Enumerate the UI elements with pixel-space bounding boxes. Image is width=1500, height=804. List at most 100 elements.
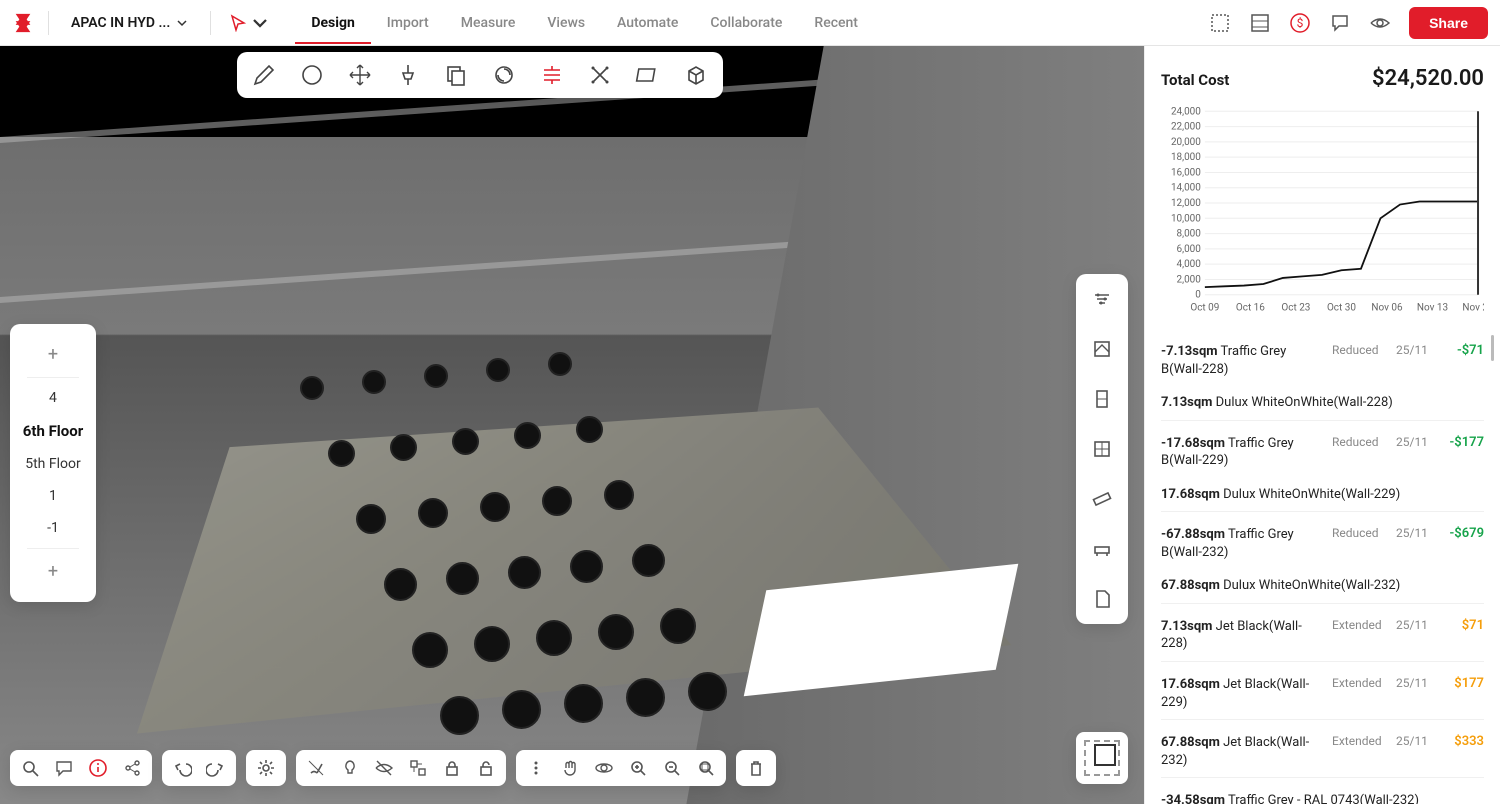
- svg-text:Nov 13: Nov 13: [1417, 303, 1448, 314]
- cost-row[interactable]: 7.13sqm Jet Black(Wall-228)Extended25/11…: [1161, 603, 1484, 661]
- tab-automate[interactable]: Automate: [601, 3, 694, 43]
- svg-text:10,000: 10,000: [1171, 213, 1201, 224]
- move-icon[interactable]: [347, 62, 373, 88]
- svg-text:22,000: 22,000: [1171, 122, 1201, 133]
- divider: [48, 11, 49, 35]
- ruler-icon[interactable]: [1091, 488, 1113, 510]
- circle-icon[interactable]: [299, 62, 325, 88]
- cost-row[interactable]: -67.88sqm Traffic Grey B(Wall-232)Reduce…: [1161, 511, 1484, 569]
- filter-icon[interactable]: [1091, 288, 1113, 310]
- cost-row[interactable]: 67.88sqm Jet Black(Wall-232)Extended25/1…: [1161, 719, 1484, 777]
- split-icon[interactable]: [587, 62, 613, 88]
- cost-row[interactable]: -34.58sqm Traffic Grey - RAL 0743(Wall-2…: [1161, 777, 1484, 804]
- search-icon[interactable]: [20, 758, 40, 778]
- settings-gear-icon[interactable]: [256, 758, 276, 778]
- copy-icon[interactable]: [443, 62, 469, 88]
- lock-icon[interactable]: [442, 758, 462, 778]
- brush-off-icon[interactable]: [306, 758, 326, 778]
- chair: [446, 562, 479, 595]
- comment-icon[interactable]: [1329, 12, 1351, 34]
- cost-desc: -67.88sqm Traffic Grey B(Wall-232): [1161, 526, 1324, 561]
- orbit-icon[interactable]: [594, 758, 614, 778]
- share-node-icon[interactable]: [122, 758, 142, 778]
- grid-icon[interactable]: [1091, 338, 1113, 360]
- tab-design[interactable]: Design: [295, 3, 370, 43]
- cost-row[interactable]: 67.88sqm Dulux WhiteOnWhite(Wall-232): [1161, 569, 1484, 603]
- tab-import[interactable]: Import: [371, 3, 445, 43]
- zoom-fit-icon[interactable]: [696, 758, 716, 778]
- chat-icon[interactable]: [54, 758, 74, 778]
- floor-item[interactable]: 6th Floor: [23, 414, 83, 448]
- cost-status: Extended: [1332, 618, 1388, 653]
- tab-collaborate[interactable]: Collaborate: [694, 3, 798, 43]
- floor-item[interactable]: 5th Floor: [23, 448, 83, 480]
- zoom-in-icon[interactable]: [628, 758, 648, 778]
- sheet-icon[interactable]: [1209, 12, 1231, 34]
- door-icon[interactable]: [1091, 388, 1113, 410]
- floor-add-bottom[interactable]: +: [10, 553, 96, 590]
- cost-row[interactable]: -17.68sqm Traffic Grey B(Wall-229)Reduce…: [1161, 420, 1484, 478]
- cost-row[interactable]: 17.68sqm Jet Black(Wall-229)Extended25/1…: [1161, 661, 1484, 719]
- cost-icon[interactable]: $: [1289, 12, 1311, 34]
- cost-status: Extended: [1332, 734, 1388, 769]
- floor-add-top[interactable]: +: [10, 336, 96, 373]
- pushpin-icon[interactable]: [395, 62, 421, 88]
- cost-desc: 17.68sqm Jet Black(Wall-229): [1161, 676, 1324, 711]
- svg-text:Nov 20: Nov 20: [1462, 303, 1484, 314]
- cost-amount: -$177: [1438, 435, 1484, 470]
- group-icon[interactable]: [408, 758, 428, 778]
- more-icon[interactable]: [526, 758, 546, 778]
- bottom-group: [736, 750, 776, 786]
- chevron-down-icon: [176, 17, 188, 29]
- cursor-tool[interactable]: [225, 10, 273, 36]
- floor-item[interactable]: 1: [23, 480, 83, 512]
- cost-desc: -7.13sqm Traffic Grey B(Wall-228): [1161, 343, 1324, 378]
- app-logo[interactable]: [12, 12, 34, 34]
- hand-icon[interactable]: [560, 758, 580, 778]
- file-icon[interactable]: [1091, 588, 1113, 610]
- chair: [440, 696, 479, 735]
- undo-icon[interactable]: [172, 758, 192, 778]
- scrollbar[interactable]: [1491, 335, 1494, 361]
- eye-off-icon[interactable]: [374, 758, 394, 778]
- unlock-icon[interactable]: [476, 758, 496, 778]
- project-selector[interactable]: APAC IN HYD ...: [63, 11, 196, 35]
- bulb-icon[interactable]: [340, 758, 360, 778]
- align-icon[interactable]: [539, 62, 565, 88]
- cost-row[interactable]: -7.13sqm Traffic Grey B(Wall-228)Reduced…: [1161, 335, 1484, 386]
- surface-icon[interactable]: [635, 62, 661, 88]
- cost-date: 25/11: [1396, 734, 1430, 769]
- eye-icon[interactable]: [1369, 12, 1391, 34]
- tab-recent[interactable]: Recent: [798, 3, 874, 43]
- share-button[interactable]: Share: [1409, 7, 1488, 39]
- cost-chart[interactable]: 02,0004,0006,0008,00010,00012,00014,0001…: [1161, 105, 1484, 315]
- tab-views[interactable]: Views: [531, 3, 601, 43]
- cost-amount: $71: [1438, 618, 1484, 653]
- viewport-3d[interactable]: + 46th Floor5th Floor1-1 +: [0, 46, 1144, 804]
- mini-view-toggle[interactable]: [1076, 732, 1128, 784]
- bottom-toolbar: [10, 750, 776, 786]
- spreadsheet-icon[interactable]: [1249, 12, 1271, 34]
- cost-row[interactable]: 7.13sqm Dulux WhiteOnWhite(Wall-228): [1161, 386, 1484, 420]
- furniture-icon[interactable]: [1091, 538, 1113, 560]
- window-icon[interactable]: [1091, 438, 1113, 460]
- cost-date: 25/11: [1396, 343, 1430, 378]
- zoom-out-icon[interactable]: [662, 758, 682, 778]
- scene-background: [0, 46, 1144, 804]
- cost-row[interactable]: 17.68sqm Dulux WhiteOnWhite(Wall-229): [1161, 478, 1484, 512]
- cube-icon[interactable]: [683, 62, 709, 88]
- sync-icon[interactable]: [491, 62, 517, 88]
- cost-desc: 17.68sqm Dulux WhiteOnWhite(Wall-229): [1161, 486, 1484, 504]
- floor-item[interactable]: 4: [23, 382, 83, 414]
- cost-date: 25/11: [1396, 526, 1430, 561]
- chair: [424, 364, 448, 388]
- trash-icon[interactable]: [746, 758, 766, 778]
- tab-measure[interactable]: Measure: [445, 3, 532, 43]
- floor-item[interactable]: -1: [23, 512, 83, 544]
- chair: [390, 434, 417, 461]
- pencil-icon[interactable]: [251, 62, 277, 88]
- info-icon[interactable]: [88, 758, 108, 778]
- chair: [598, 614, 634, 650]
- redo-icon[interactable]: [206, 758, 226, 778]
- project-name: APAC IN HYD ...: [71, 15, 170, 31]
